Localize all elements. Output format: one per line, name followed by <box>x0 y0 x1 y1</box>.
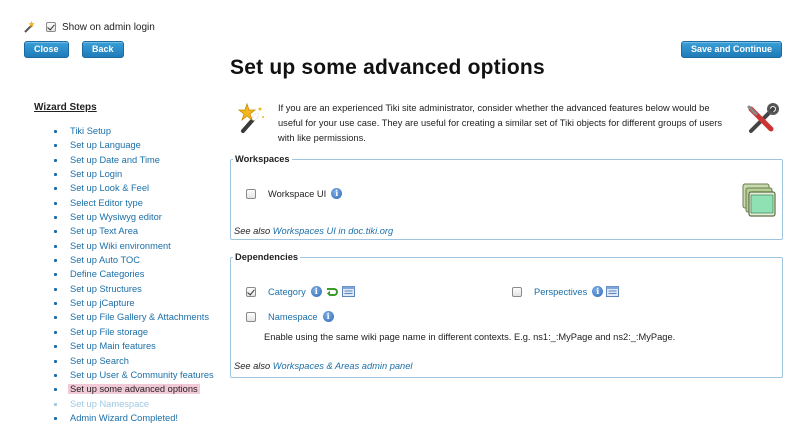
top-bar: Show on admin login <box>22 18 155 36</box>
wizard-step[interactable]: Set up User & Community features <box>54 368 214 382</box>
perspectives-row: Perspectives i <box>512 286 620 297</box>
namespace-checkbox[interactable] <box>246 311 256 322</box>
workspaces-legend: Workspaces <box>235 154 290 164</box>
wizard-steps-list: Tiki Setup Set up Language Set up Date a… <box>54 124 214 425</box>
wizard-step[interactable]: Set up Auto TOC <box>54 253 214 267</box>
info-icon[interactable]: i <box>322 311 334 322</box>
intro-paragraph: If you are an experienced Tiki site admi… <box>278 103 723 143</box>
category-checkbox[interactable] <box>246 286 256 297</box>
show-on-admin-login-label: Show on admin login <box>62 21 155 33</box>
wizard-step[interactable]: Set up Date and Time <box>54 153 214 167</box>
perspectives-checkbox[interactable] <box>512 286 522 297</box>
category-row: Category i <box>246 286 355 297</box>
wizard-step[interactable]: Admin Wizard Completed! <box>54 411 214 425</box>
wizard-wand-icon <box>24 20 35 33</box>
wizard-steps-title: Wizard Steps <box>34 102 97 113</box>
info-icon[interactable]: i <box>310 286 322 297</box>
wizard-step[interactable]: Set up Wysiwyg editor <box>54 210 214 224</box>
workspace-ui-row: Workspace UI i <box>246 188 343 199</box>
workspaces-see-also: See also Workspaces UI in doc.tiki.org <box>234 226 394 236</box>
wizard-step[interactable]: Set up Text Area <box>54 224 214 238</box>
dependencies-see-also: See also Workspaces & Areas admin panel <box>234 361 413 371</box>
wizard-step[interactable]: Select Editor type <box>54 196 214 210</box>
wizard-step-disabled: Set up Namespace <box>54 397 214 411</box>
green-arrow-icon[interactable] <box>326 286 339 297</box>
workspaces-areas-admin-link[interactable]: Workspaces & Areas admin panel <box>273 361 413 371</box>
workspace-ui-checkbox[interactable] <box>246 188 256 199</box>
magic-wand-icon <box>237 103 264 133</box>
wizard-step[interactable]: Tiki Setup <box>54 124 214 138</box>
wizard-step[interactable]: Set up Language <box>54 138 214 152</box>
back-button[interactable]: Back <box>82 41 124 58</box>
wizard-step[interactable]: Set up Wiki environment <box>54 239 214 253</box>
workspace-ui-label: Workspace UI <box>268 188 327 199</box>
workspaces-ui-doc-link[interactable]: Workspaces UI in doc.tiki.org <box>273 226 393 236</box>
namespace-row: Namespace i <box>246 311 334 322</box>
close-button[interactable]: Close <box>24 41 69 58</box>
category-label[interactable]: Category <box>268 287 306 297</box>
wizard-step-current[interactable]: Set up some advanced options <box>54 382 214 396</box>
wizard-step[interactable]: Set up File Gallery & Attachments <box>54 310 214 324</box>
wizard-step[interactable]: Define Categories <box>54 267 214 281</box>
dependencies-legend: Dependencies <box>235 252 299 262</box>
wizard-step[interactable]: Set up Structures <box>54 282 214 296</box>
tools-icon <box>747 103 779 133</box>
info-icon[interactable]: i <box>331 188 343 199</box>
namespace-label[interactable]: Namespace <box>268 312 318 322</box>
page-title: Set up some advanced options <box>230 56 545 79</box>
show-on-admin-login-checkbox[interactable] <box>46 22 56 32</box>
wizard-step[interactable]: Set up Login <box>54 167 214 181</box>
wizard-step[interactable]: Set up Main features <box>54 339 214 353</box>
wizard-step[interactable]: Set up Look & Feel <box>54 181 214 195</box>
save-and-continue-button[interactable]: Save and Continue <box>681 41 783 58</box>
perspectives-label[interactable]: Perspectives <box>534 287 587 297</box>
preferences-icon[interactable] <box>606 286 620 297</box>
preferences-icon[interactable] <box>341 286 355 297</box>
wizard-step[interactable]: Set up jCapture <box>54 296 214 310</box>
namespace-description: Enable using the same wiki page name in … <box>264 332 676 342</box>
wizard-step[interactable]: Set up File storage <box>54 325 214 339</box>
info-icon[interactable]: i <box>592 286 604 297</box>
workspace-windows-icon <box>742 183 776 217</box>
wizard-step[interactable]: Set up Search <box>54 354 214 368</box>
